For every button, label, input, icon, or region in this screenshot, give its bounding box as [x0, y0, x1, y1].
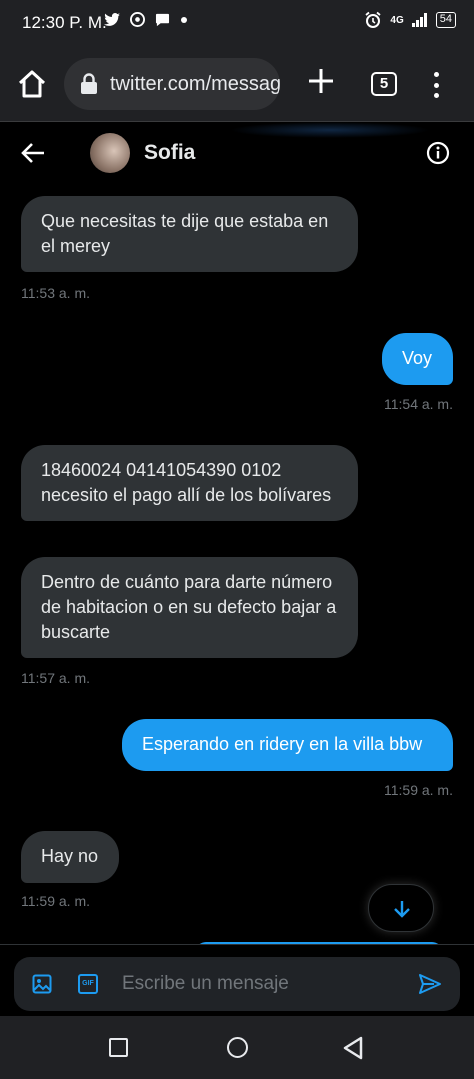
image-icon[interactable] [32, 974, 52, 994]
message-text: Hay no [41, 846, 99, 866]
message-timestamp: 11:59 a. m. [21, 893, 91, 909]
message-text: 18460024 04141054390 0102 necesito el pa… [41, 460, 332, 505]
message-bubble-outgoing[interactable]: Esperando en ridery en la villa bbw [122, 719, 453, 771]
message-text: Que necesitas te dije que estaba en el m… [41, 211, 329, 256]
gif-icon[interactable]: GIF [78, 974, 98, 994]
tab-switcher-button[interactable]: 5 [371, 72, 397, 96]
status-time: 12:30 P. M. [22, 13, 107, 32]
battery-icon: 54 [435, 12, 456, 28]
message-text: Esperando en ridery en la villa bbw [142, 734, 423, 754]
avatar[interactable] [90, 133, 130, 173]
more-menu-icon[interactable] [426, 70, 446, 100]
network-type: 4G [390, 14, 404, 26]
back-nav-icon[interactable] [342, 1036, 364, 1060]
signal-icon [411, 13, 427, 27]
browser-toolbar: twitter.com/messag 5 [0, 44, 474, 122]
twitter-icon [104, 12, 120, 26]
tab-count: 5 [379, 75, 389, 92]
battery-level: 54 [439, 13, 452, 25]
chrome-icon [130, 12, 145, 27]
message-text: Voy [402, 348, 433, 368]
chat-icon [155, 13, 170, 26]
back-arrow-icon[interactable] [20, 140, 46, 166]
address-bar[interactable]: twitter.com/messag [64, 58, 280, 110]
system-navigation-bar [0, 1016, 474, 1079]
notification-icons [104, 12, 188, 27]
info-icon[interactable] [426, 141, 450, 165]
alarm-icon [365, 11, 381, 28]
arrow-down-icon [394, 901, 410, 918]
message-bubble-incoming[interactable]: Que necesitas te dije que estaba en el m… [21, 196, 358, 272]
contact-name[interactable]: Sofia [144, 141, 195, 165]
send-icon[interactable] [418, 972, 442, 996]
system-icons: 4G 54 [364, 11, 456, 29]
message-input[interactable] [122, 971, 402, 997]
recents-icon[interactable] [109, 1038, 128, 1057]
message-timestamp: 11:57 a. m. [21, 670, 91, 686]
home-nav-icon[interactable] [227, 1037, 248, 1058]
message-bubble-incoming[interactable]: Dentro de cuánto para darte número de ha… [21, 557, 358, 658]
url-text: twitter.com/messag [110, 73, 280, 95]
message-bubble-outgoing[interactable]: Voy [382, 333, 453, 385]
lock-icon [81, 73, 97, 94]
status-bar: 12:30 P. M. 4G 54 [0, 0, 474, 44]
home-icon[interactable] [16, 68, 48, 100]
message-bubble-incoming[interactable]: 18460024 04141054390 0102 necesito el pa… [21, 445, 358, 521]
conversation-header: Sofia [0, 122, 474, 184]
message-bubble-incoming[interactable]: Hay no [21, 831, 119, 883]
message-timestamp: 11:54 a. m. [383, 396, 453, 412]
message-timestamp: 11:53 a. m. [21, 285, 91, 301]
message-text: Dentro de cuánto para darte número de ha… [41, 572, 337, 642]
message-composer: GIF [14, 957, 460, 1011]
message-timestamp: 11:59 a. m. [383, 782, 453, 798]
new-tab-icon[interactable] [306, 66, 336, 96]
scroll-to-bottom-button[interactable] [368, 884, 434, 932]
dot-icon [181, 16, 187, 23]
composer-area: GIF [0, 944, 474, 1016]
